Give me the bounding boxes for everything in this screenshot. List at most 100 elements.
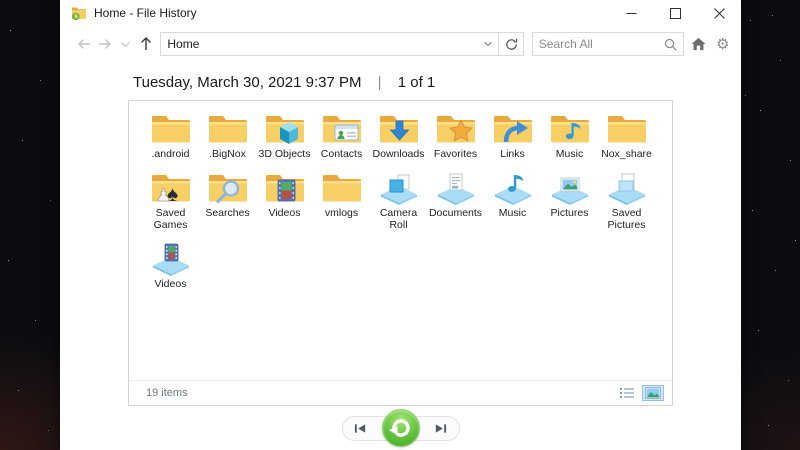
file-item-label: Music xyxy=(555,148,584,160)
folder-downloads-icon xyxy=(379,111,419,146)
file-item-label: Camera Roll xyxy=(379,206,418,232)
up-arrow-icon xyxy=(141,37,152,50)
file-item[interactable]: ♠ ♟ Saved Games xyxy=(142,170,199,232)
backup-position: 1 of 1 xyxy=(397,74,436,91)
file-item-label: Documents xyxy=(428,206,483,219)
status-bar: 19 items xyxy=(129,380,672,405)
up-button[interactable] xyxy=(136,32,157,56)
refresh-button[interactable] xyxy=(499,32,524,56)
maximize-button[interactable] xyxy=(653,0,697,26)
home-icon xyxy=(691,37,706,51)
search-icon xyxy=(664,38,677,50)
file-item-label: Downloads xyxy=(372,148,425,160)
back-icon xyxy=(78,39,91,49)
folder-icon xyxy=(322,170,362,205)
file-item-label: Contacts xyxy=(320,148,363,160)
file-item-label: Nox_share xyxy=(601,148,652,160)
search-input[interactable] xyxy=(538,37,664,51)
folder-icon xyxy=(607,111,647,146)
file-item[interactable]: Nox_share xyxy=(598,111,655,161)
folder-contacts-icon xyxy=(322,111,362,146)
file-item-label: .BigNox xyxy=(209,148,246,160)
folder-links-icon xyxy=(493,111,533,146)
library-pictures-icon xyxy=(550,170,590,205)
close-button[interactable] xyxy=(697,0,741,26)
search-box[interactable] xyxy=(531,32,684,56)
file-item-label: Links xyxy=(500,148,525,160)
file-item[interactable]: Music xyxy=(541,111,598,161)
settings-button[interactable]: ⚙ xyxy=(712,32,733,56)
title-bar[interactable]: Home - File History xyxy=(60,0,741,26)
view-switcher xyxy=(617,385,664,401)
thumbnail-view-icon xyxy=(645,387,661,399)
file-item-label: Music xyxy=(498,206,527,219)
file-item[interactable]: Music xyxy=(484,170,541,220)
starry-sky-wallpaper xyxy=(0,0,1,1)
next-version-button[interactable] xyxy=(432,419,450,439)
file-item[interactable]: Favorites xyxy=(427,111,484,161)
address-input[interactable] xyxy=(161,37,479,51)
file-item[interactable]: 3D Objects xyxy=(256,111,313,161)
restore-button[interactable] xyxy=(381,409,420,447)
file-item-label: Saved Games xyxy=(153,206,188,232)
item-count: 19 items xyxy=(146,387,188,399)
file-panel: .android .BigNox 3D Objects Contacts Dow… xyxy=(128,100,673,406)
desktop-background: Home - File History Home Search All ⚙ Tu… xyxy=(0,0,800,450)
folder-icon xyxy=(151,111,191,146)
file-item[interactable]: Pictures xyxy=(541,170,598,220)
home-button[interactable] xyxy=(688,32,709,56)
window-title: Home - File History xyxy=(94,6,197,20)
backup-date-heading: Tuesday, March 30, 2021 9:37 PM | 1 of 1 xyxy=(133,74,741,91)
minimize-icon xyxy=(626,12,636,14)
folder-3d-objects-icon xyxy=(265,111,305,146)
thumbnail-view-button[interactable] xyxy=(642,385,664,401)
file-item[interactable]: Searches xyxy=(199,170,256,220)
file-item-label: vmlogs xyxy=(324,206,359,219)
forward-icon xyxy=(98,39,111,49)
file-history-app-icon xyxy=(71,6,87,21)
file-item-label: Videos xyxy=(268,206,301,219)
library-documents-icon xyxy=(436,170,476,205)
folder-favorites-icon xyxy=(436,111,476,146)
file-item[interactable]: Downloads xyxy=(370,111,427,161)
close-icon xyxy=(713,7,725,19)
maximize-icon xyxy=(669,7,681,19)
file-item-label: Videos xyxy=(154,277,187,290)
address-dropdown-button[interactable] xyxy=(478,33,498,55)
restore-controls xyxy=(60,406,741,450)
previous-version-icon xyxy=(354,424,366,433)
folder-searches-icon xyxy=(208,170,248,205)
folder-music-icon xyxy=(550,111,590,146)
file-item[interactable]: Documents xyxy=(427,170,484,220)
library-saved-pictures-icon xyxy=(607,170,647,205)
folder-saved-games-icon: ♠ ♟ xyxy=(151,170,191,205)
file-item-label: Pictures xyxy=(550,206,589,219)
recent-locations-button[interactable] xyxy=(115,32,136,56)
file-item[interactable]: Contacts xyxy=(313,111,370,161)
file-grid: .android .BigNox 3D Objects Contacts Dow… xyxy=(129,101,660,299)
file-item[interactable]: Links xyxy=(484,111,541,161)
file-item[interactable]: .android xyxy=(142,111,199,161)
minimize-button[interactable] xyxy=(609,0,653,26)
previous-version-button[interactable] xyxy=(352,419,370,439)
details-view-button[interactable] xyxy=(617,385,637,401)
navigation-toolbar: ⚙ xyxy=(60,28,741,60)
address-bar[interactable] xyxy=(160,32,500,56)
restore-icon xyxy=(388,419,410,437)
folder-icon xyxy=(208,111,248,146)
svg-text:♟: ♟ xyxy=(156,186,171,205)
next-version-icon xyxy=(435,424,447,433)
file-item-label: Saved Pictures xyxy=(607,206,646,232)
file-item[interactable]: .BigNox xyxy=(199,111,256,161)
file-item-label: 3D Objects xyxy=(258,148,311,160)
chevron-down-icon xyxy=(484,41,493,47)
forward-button[interactable] xyxy=(95,32,116,56)
gear-icon: ⚙ xyxy=(715,35,730,53)
file-item[interactable]: vmlogs xyxy=(313,170,370,220)
file-item[interactable]: Saved Pictures xyxy=(598,170,655,232)
file-item[interactable]: Camera Roll xyxy=(370,170,427,232)
library-camera-roll-icon xyxy=(379,170,419,205)
file-item[interactable]: Videos xyxy=(256,170,313,220)
back-button[interactable] xyxy=(74,32,95,56)
file-item[interactable]: Videos xyxy=(142,241,199,291)
